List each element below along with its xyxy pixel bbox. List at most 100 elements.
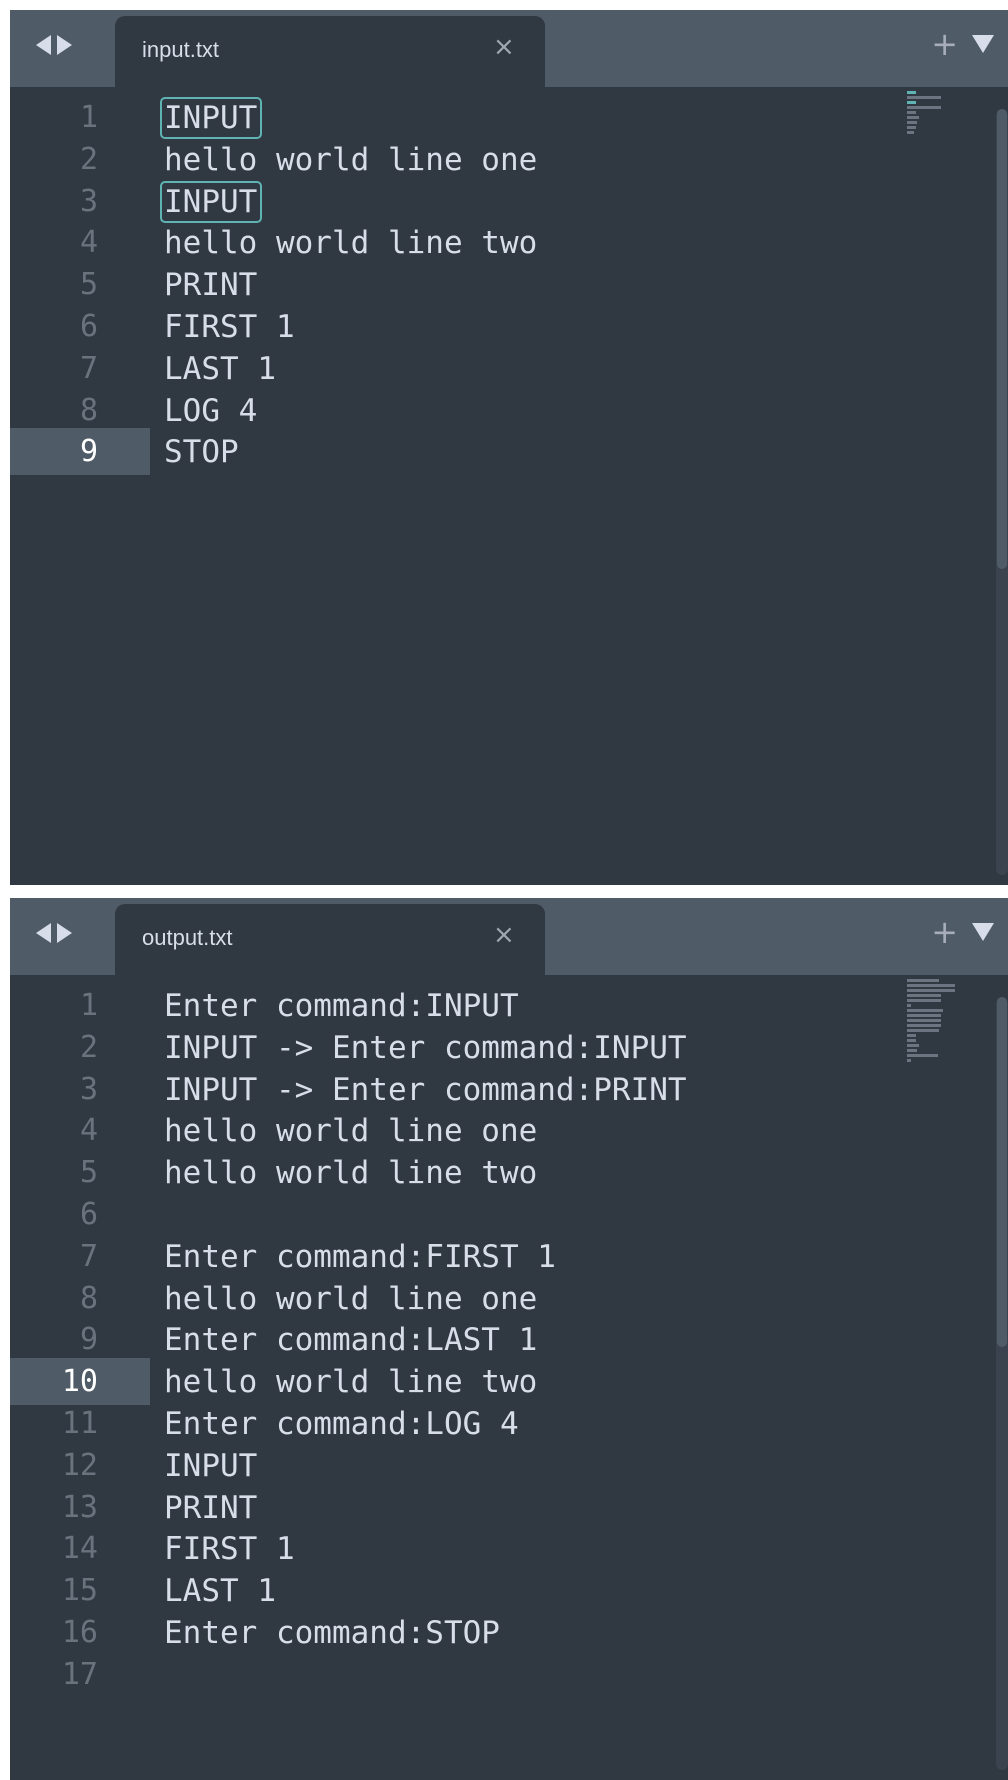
code-line[interactable]: 7 Enter command:FIRST 1 [10,1233,1008,1280]
line-number: 16 [61,1615,98,1650]
code-line[interactable]: 10 hello world line two [10,1358,1008,1406]
line-number: 7 [79,1238,98,1274]
plus-icon[interactable]: + [931,28,958,60]
line-text: Enter command:STOP [164,1615,500,1651]
line-text: FIRST 1 [164,309,295,345]
nav-left-icon[interactable] [36,923,51,943]
line-number: 2 [79,141,98,177]
tab-label: output.txt [142,925,233,950]
editor-pane-output: output.txt × + 1 Enter command:INPUT 2 INPU… [10,898,1008,1780]
line-number: 3 [79,1071,98,1107]
tab-bar: output.txt × + [10,898,1008,975]
line-number: 4 [79,1113,98,1149]
code-line[interactable]: 15 LAST 1 [10,1567,1008,1614]
close-icon[interactable]: × [493,922,515,948]
line-text: STOP [164,434,239,471]
find-match-highlight [160,97,262,139]
dropdown-icon[interactable] [972,35,994,53]
code-line[interactable]: 13 PRINT [10,1484,1008,1531]
line-number: 13 [61,1489,98,1525]
code-line[interactable]: 3 INPUT [10,178,1008,225]
line-number: 11 [61,1406,98,1441]
code-line[interactable]: 8 LOG 4 [10,387,1008,434]
tab-label: input.txt [142,37,220,62]
code-line[interactable]: 11 Enter command:LOG 4 [10,1400,1008,1447]
code-line[interactable]: 1 INPUT [10,94,1008,141]
line-text: hello world line two [164,225,538,262]
line-text: Enter command:INPUT [164,988,519,1024]
editor-pane-input: input.txt × + 1 INPUT 2 hello world line on… [10,10,1008,885]
find-match-highlight [160,180,262,223]
line-text: INPUT [160,180,262,223]
line-text: hello world line one [164,141,538,178]
line-text: INPUT [160,97,262,139]
code-line[interactable]: 4 hello world line one [10,1107,1008,1154]
line-text: hello world line one [164,1113,538,1150]
line-number: 5 [79,1155,98,1191]
line-number: 10 [61,1364,98,1400]
code-line[interactable]: 12 INPUT [10,1442,1008,1489]
tab-controls: + [931,28,994,60]
line-number: 6 [79,1197,98,1232]
line-text: Enter command:FIRST 1 [164,1238,556,1275]
code-line[interactable]: 6 [10,1191,1008,1238]
line-text: hello world line one [164,1280,538,1317]
code-editor[interactable]: 1 Enter command:INPUT 2 INPUT -> Enter comm… [10,975,1008,1780]
line-text: LAST 1 [164,350,276,387]
line-number: 9 [79,1322,98,1358]
line-number: 17 [61,1656,98,1692]
code-line[interactable]: 4 hello world line two [10,219,1008,266]
line-text: PRINT [164,1489,258,1526]
code-line[interactable]: 5 hello world line two [10,1149,1008,1196]
line-text: FIRST 1 [164,1531,295,1568]
nav-right-icon[interactable] [57,923,72,943]
code-line[interactable]: 7 LAST 1 [10,345,1008,392]
line-number: 15 [61,1573,98,1609]
line-number: 12 [61,1447,98,1483]
line-text: Enter command:LOG 4 [164,1406,519,1442]
line-number: 1 [79,100,98,135]
code-line[interactable]: 3 INPUT -> Enter command:PRINT [10,1066,1008,1113]
tab-navigation [36,32,94,58]
line-number: 2 [79,1029,98,1065]
line-number: 8 [79,1280,98,1316]
code-line[interactable]: 2 hello world line one [10,136,1008,183]
line-number: 1 [79,988,98,1023]
line-text: PRINT [164,267,258,304]
line-text: LAST 1 [164,1573,276,1610]
code-line[interactable]: 6 FIRST 1 [10,303,1008,350]
close-icon[interactable]: × [493,34,515,60]
code-line[interactable]: 8 hello world line one [10,1275,1008,1322]
line-number: 14 [61,1531,98,1567]
plus-icon[interactable]: + [931,916,958,948]
code-line[interactable]: 17 [10,1651,1008,1698]
line-number: 7 [79,350,98,386]
line-text: INPUT -> Enter command:INPUT [164,1029,687,1066]
line-text: hello world line two [164,1364,538,1401]
dropdown-icon[interactable] [972,923,994,941]
code-line[interactable]: 14 FIRST 1 [10,1525,1008,1572]
nav-right-icon[interactable] [57,35,72,55]
line-text: hello world line two [164,1155,538,1192]
line-text: Enter command:LAST 1 [164,1322,538,1359]
code-line[interactable]: 9 Enter command:LAST 1 [10,1316,1008,1363]
tab-output-txt[interactable]: output.txt × [115,904,545,975]
tab-controls: + [931,916,994,948]
code-line[interactable]: 1 Enter command:INPUT [10,982,1008,1029]
tab-navigation [36,920,94,946]
tab-bar: input.txt × + [10,10,1008,87]
code-line[interactable]: 9 STOP [10,428,1008,476]
tab-input-txt[interactable]: input.txt × [115,16,545,87]
line-text: LOG 4 [164,392,258,429]
code-line[interactable]: 16 Enter command:STOP [10,1609,1008,1656]
line-number: 4 [79,225,98,261]
code-editor[interactable]: 1 INPUT 2 hello world line one 3 INPUT 4 hello … [10,87,1008,885]
code-line[interactable]: 5 PRINT [10,261,1008,308]
line-text: INPUT -> Enter command:PRINT [164,1071,687,1108]
line-text: INPUT [164,1447,258,1484]
code-line[interactable]: 2 INPUT -> Enter command:INPUT [10,1024,1008,1071]
line-number: 8 [79,392,98,428]
line-number: 3 [79,183,98,219]
line-number: 5 [79,267,98,303]
nav-left-icon[interactable] [36,35,51,55]
